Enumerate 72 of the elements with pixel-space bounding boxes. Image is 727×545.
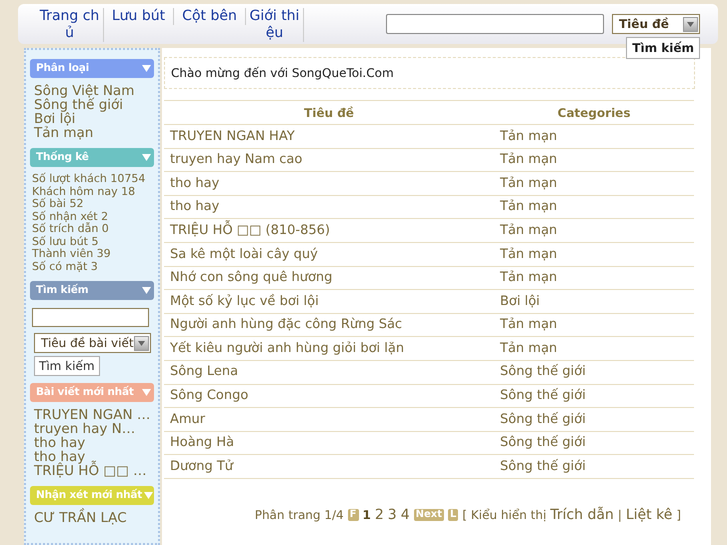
title-cell[interactable]: Một số kỷ lục về bơi lội: [164, 290, 494, 314]
category-cell: Bơi lội: [494, 290, 694, 314]
title-cell[interactable]: Sa kê một loài cây quý: [164, 242, 494, 266]
sidebar-link[interactable]: Bơi lội: [34, 112, 150, 126]
search-button[interactable]: Tìm kiếm: [626, 37, 700, 59]
stat-text: Số lượt khách 10754: [32, 173, 146, 186]
category-cell: Tản mạn: [494, 336, 694, 360]
category-cell: Tản mạn: [494, 313, 694, 337]
view-mode-link[interactable]: Trích dẫn: [550, 504, 614, 526]
nav-link[interactable]: Trang chủ: [36, 8, 104, 42]
section-title: Thống kê: [36, 150, 89, 165]
section-title: Bài viết mới nhất: [36, 384, 134, 400]
view-mode-link[interactable]: Liệt kê: [626, 504, 672, 526]
title-cell[interactable]: Sông Congo: [164, 384, 494, 408]
search-type-select[interactable]: Tiêu đề: [612, 14, 700, 34]
nav-link[interactable]: Giới thiệu: [246, 8, 304, 42]
title-cell[interactable]: TRIỆU HỖ □□ (810-856): [164, 218, 494, 242]
view-mode-label: [ Kiểu hiển thị: [462, 507, 546, 524]
page-link[interactable]: 4: [400, 504, 410, 526]
column-header[interactable]: Categories: [494, 100, 694, 124]
stat-text: Số bài 52: [32, 198, 84, 210]
sidebar-link[interactable]: Sông thế giới: [34, 98, 150, 112]
separator: |: [618, 507, 622, 524]
title-cell[interactable]: tho hay: [164, 195, 494, 219]
category-cell: Tản mạn: [494, 218, 694, 242]
section-title: Nhận xét mới nhất: [36, 488, 142, 503]
stat-text: Khách hôm nay 18: [32, 186, 136, 198]
category-cell: Sông thế giới: [494, 360, 694, 384]
stat-text: Số có mặt 3: [32, 260, 99, 273]
category-cell: Tản mạn: [494, 148, 694, 172]
sidebar-link[interactable]: TRUYEN NGAN …: [34, 408, 150, 422]
section-title: Tìm kiếm: [36, 282, 88, 298]
category-cell: Tản mạn: [494, 124, 694, 148]
category-cell: Sông thế giới: [494, 384, 694, 408]
stat-text: Số lưu bút 5: [32, 236, 100, 248]
category-cell: Sông thế giới: [494, 431, 694, 455]
bracket-text: ]: [676, 507, 681, 524]
page-link[interactable]: 2: [374, 504, 384, 526]
category-cell: Sông thế giới: [494, 454, 694, 478]
nav-link[interactable]: Cột bên: [174, 8, 246, 25]
title-cell[interactable]: Yết kiêu người anh hùng giỏi bơi lặn: [164, 336, 494, 360]
stat-text: Thành viên 39: [32, 248, 112, 260]
category-cell: Tản mạn: [494, 242, 694, 266]
search-type-select[interactable]: Tiêu đề bài viết: [34, 333, 151, 353]
nav-link[interactable]: Lưu bút: [104, 8, 174, 25]
sidebar-link[interactable]: tho hay: [34, 436, 150, 450]
title-cell[interactable]: Nhớ con sông quê hương: [164, 266, 494, 290]
section-header[interactable]: Tìm kiếm: [30, 281, 154, 300]
sidebar-link[interactable]: Tản mạn: [34, 126, 150, 140]
welcome-message: Chào mừng đến với SongQueToi.Com: [164, 57, 695, 89]
category-cell: Tản mạn: [494, 266, 694, 290]
pagination-label: Phân trang 1/4: [254, 507, 344, 524]
column-header[interactable]: Tiêu đề: [164, 100, 494, 124]
stat-text: Số trích dẫn 0: [32, 223, 110, 236]
category-cell: Tản mạn: [494, 195, 694, 219]
title-cell[interactable]: Amur: [164, 408, 494, 432]
sidebar-link[interactable]: truyen hay N…: [34, 422, 150, 436]
title-cell[interactable]: Người anh hùng đặc công Rừng Sác: [164, 313, 494, 337]
page-link[interactable]: 3: [388, 504, 397, 526]
category-cell: Sông thế giới: [494, 408, 694, 432]
category-cell: Tản mạn: [494, 172, 694, 196]
title-cell[interactable]: Sông Lena: [164, 360, 494, 384]
sidebar-link[interactable]: Sông Việt Nam: [34, 84, 150, 98]
stat-text: Số nhận xét 2: [32, 210, 110, 222]
title-cell[interactable]: TRUYEN NGAN HAY: [164, 124, 494, 148]
section-title: Phân loại: [36, 60, 90, 76]
search-button[interactable]: Tìm kiếm: [34, 356, 100, 376]
title-cell[interactable]: truyen hay Nam cao: [164, 148, 494, 172]
title-cell[interactable]: tho hay: [164, 172, 494, 196]
title-cell[interactable]: Hoàng Hà: [164, 431, 494, 455]
page-link[interactable]: 1: [362, 506, 371, 524]
title-cell[interactable]: Dương Tử: [164, 454, 494, 478]
